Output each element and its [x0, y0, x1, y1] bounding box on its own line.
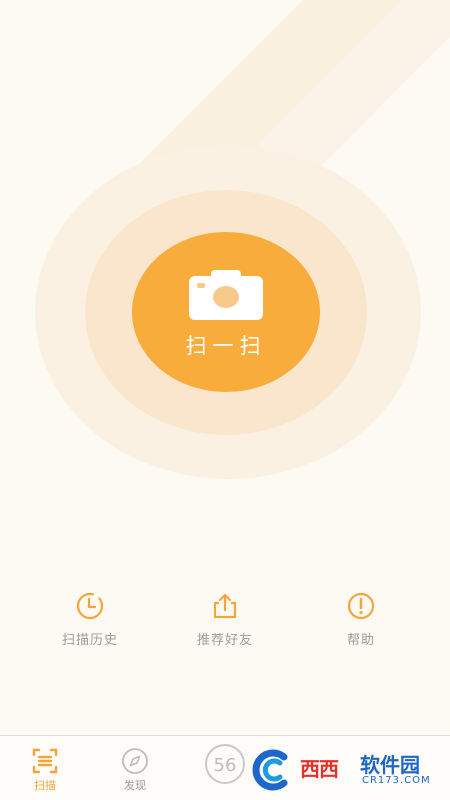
- camera-icon: [189, 270, 263, 320]
- watermark-brand-blue: 软件园: [360, 753, 420, 777]
- scan-button[interactable]: 扫一扫: [132, 232, 320, 392]
- help-label: 帮助: [346, 633, 375, 648]
- share-icon: [213, 593, 237, 619]
- clock-icon: [76, 592, 104, 620]
- help-button[interactable]: 帮助: [306, 590, 416, 648]
- recommend-friends-button[interactable]: 推荐好友: [170, 590, 280, 648]
- compass-icon: [122, 748, 148, 774]
- tab-scan[interactable]: 扫描: [10, 736, 80, 800]
- badge-56-text: 56: [214, 755, 237, 776]
- site-watermark: 西西 软件园 CR173.COM: [250, 746, 436, 794]
- tab-scan-label: 扫描: [34, 779, 56, 792]
- tab-discover[interactable]: 发现: [100, 736, 170, 800]
- watermark-logo-icon: [252, 749, 288, 791]
- badge-56-icon: 56: [205, 744, 245, 784]
- watermark-site: CR173.COM: [362, 775, 431, 786]
- scan-icon: [32, 748, 58, 774]
- scan-history-button[interactable]: 扫描历史: [35, 590, 145, 648]
- help-icon: [347, 592, 375, 620]
- watermark-brand-red: 西西: [300, 757, 339, 781]
- tab-discover-label: 发现: [124, 779, 146, 792]
- scan-label: 扫一扫: [185, 334, 267, 358]
- scan-history-label: 扫描历史: [61, 633, 118, 648]
- quick-actions: 扫描历史 推荐好友 帮助: [0, 590, 450, 660]
- recommend-friends-label: 推荐好友: [196, 633, 253, 648]
